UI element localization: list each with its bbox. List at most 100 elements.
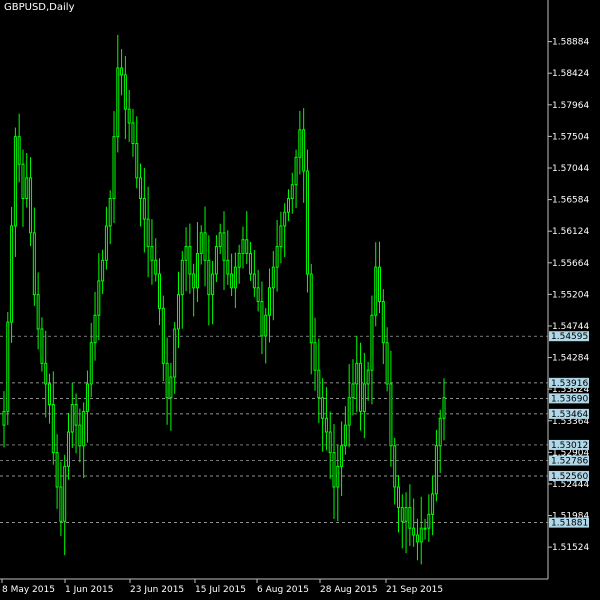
candle-body xyxy=(207,259,211,296)
time-tick-label: 8 May 2015 xyxy=(2,585,55,595)
candle-body xyxy=(29,177,33,234)
candle-body xyxy=(431,493,435,515)
candle-body xyxy=(36,294,40,330)
candle-body xyxy=(294,156,298,186)
price-tick-label: 1.51524 xyxy=(552,543,589,553)
candle-body xyxy=(44,362,48,385)
candle-body xyxy=(412,527,416,536)
candle-body xyxy=(233,266,237,289)
candle-body xyxy=(290,184,294,199)
time-tick-label: 6 Aug 2015 xyxy=(257,585,309,595)
candle-body xyxy=(13,136,17,227)
candle-body xyxy=(120,67,124,76)
candle-body xyxy=(359,362,363,412)
price-tick-label: 1.57504 xyxy=(552,132,589,142)
candle-body xyxy=(381,301,385,344)
price-tick-label: 1.56124 xyxy=(552,227,589,237)
level-label: 1.52560 xyxy=(551,472,588,482)
candle-body xyxy=(97,280,101,316)
candle-body xyxy=(252,273,256,289)
candle-body xyxy=(271,266,275,289)
candle-body xyxy=(55,452,59,488)
time-tick-label: 21 Sep 2015 xyxy=(386,585,443,595)
candle-body xyxy=(393,445,397,488)
candle-body xyxy=(355,362,359,385)
candle-body xyxy=(188,246,192,275)
candle-body xyxy=(104,225,108,261)
candle-body xyxy=(17,136,21,165)
candle-body xyxy=(283,211,287,227)
candle-body xyxy=(343,424,347,447)
candle-body xyxy=(74,404,78,426)
candle-body xyxy=(32,232,36,296)
time-tick-label: 28 Aug 2015 xyxy=(320,585,378,595)
time-tick-label: 15 Jul 2015 xyxy=(195,585,246,595)
candle-body xyxy=(48,383,52,406)
symbol-label: GBPUSD,Daily xyxy=(4,2,75,13)
candle-body xyxy=(328,431,332,454)
candle-body xyxy=(260,301,264,337)
candle-body xyxy=(389,383,393,447)
candle-body xyxy=(218,232,222,248)
candle-body xyxy=(256,287,260,303)
candle-body xyxy=(6,321,10,412)
candle-body xyxy=(332,452,336,488)
price-tick-label: 1.57044 xyxy=(552,164,589,174)
candle-body xyxy=(419,527,423,543)
candle-body xyxy=(161,307,165,364)
candle-body xyxy=(112,136,116,199)
candle-body xyxy=(89,342,93,385)
price-chart[interactable]: 1.58884 1.58424 1.57964 1.57504 1.57044 1.565… xyxy=(0,0,600,600)
candle-body xyxy=(313,342,317,371)
price-tick-label: 1.58424 xyxy=(552,69,589,79)
candle-body xyxy=(340,445,344,467)
candle-body xyxy=(66,431,70,467)
candle-body xyxy=(135,143,139,179)
candle-body xyxy=(199,232,203,254)
candle-body xyxy=(59,486,63,522)
candle-body xyxy=(366,369,370,385)
candle-body xyxy=(222,232,226,261)
candle-body xyxy=(298,129,302,158)
candle-body xyxy=(127,108,131,124)
candle-body xyxy=(442,397,446,419)
candle-body xyxy=(51,404,55,454)
candle-body xyxy=(192,273,196,289)
level-label: 1.53464 xyxy=(551,410,588,420)
candle-body xyxy=(408,507,412,529)
price-tick-label: 1.54744 xyxy=(552,322,589,332)
price-tick-label: 1.54284 xyxy=(552,354,589,364)
candle-body xyxy=(336,465,340,488)
candle-body xyxy=(400,507,404,522)
candle-body xyxy=(139,177,143,199)
candle-body xyxy=(150,246,154,261)
candle-body xyxy=(427,513,431,529)
candle-body xyxy=(396,486,400,509)
candle-body xyxy=(434,445,438,495)
candle-body xyxy=(165,362,169,399)
candle-body xyxy=(279,225,283,248)
candle-body xyxy=(40,328,44,364)
candle-body xyxy=(305,170,309,275)
candle-body xyxy=(230,273,234,289)
time-tick-label: 23 Jun 2015 xyxy=(130,585,184,595)
candle-body xyxy=(268,287,272,316)
level-label: 1.53916 xyxy=(551,379,588,389)
level-label: 1.51881 xyxy=(551,519,588,529)
candle-body xyxy=(264,314,268,337)
candle-body xyxy=(309,273,313,344)
candle-body xyxy=(63,465,67,522)
candle-body xyxy=(241,239,245,254)
candle-body xyxy=(415,534,419,543)
candle-body xyxy=(374,266,378,316)
candle-body xyxy=(214,246,218,275)
candle-body xyxy=(169,376,173,399)
candle-body xyxy=(21,163,25,199)
candle-body xyxy=(362,383,366,412)
candle-body xyxy=(211,273,215,296)
candle-body xyxy=(195,252,199,289)
candle-body xyxy=(324,417,328,433)
candle-body xyxy=(438,417,442,447)
candle-body xyxy=(321,397,325,419)
candle-body xyxy=(286,197,290,213)
